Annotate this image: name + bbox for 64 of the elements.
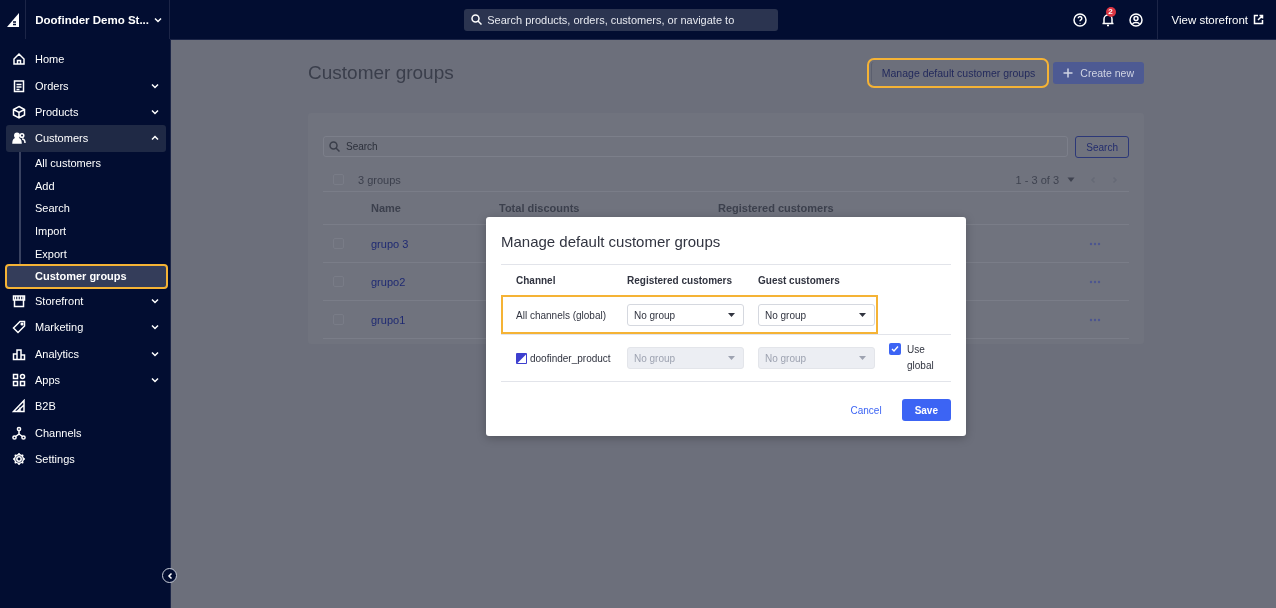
caret-down-icon xyxy=(728,356,735,360)
notification-badge: 2 xyxy=(1105,6,1116,17)
more-icon[interactable] xyxy=(1089,317,1101,322)
channel-logo-icon xyxy=(516,352,527,364)
column-header: Guest customers xyxy=(758,274,841,286)
search-icon xyxy=(471,14,483,25)
search-icon xyxy=(329,141,340,152)
channel-name: All channels (global) xyxy=(516,309,607,321)
use-global-label: Use global xyxy=(907,343,935,373)
global-search-field[interactable]: Search products, orders, customers, or navigate to xyxy=(464,8,779,31)
sidebar-subitem[interactable]: Export xyxy=(6,242,167,265)
search-field[interactable]: Search xyxy=(323,136,1069,157)
bar-chart-icon xyxy=(12,346,26,361)
sidebar-subitem[interactable]: Customer groups xyxy=(6,265,167,288)
box-icon xyxy=(12,104,26,119)
caret-down-icon xyxy=(728,313,735,317)
chevron-left-icon xyxy=(165,571,174,580)
store-logo-icon xyxy=(5,11,20,28)
network-icon xyxy=(12,425,26,440)
people-icon xyxy=(12,131,26,146)
sidebar-item[interactable]: Storefront xyxy=(6,287,166,315)
help-icon[interactable] xyxy=(1072,12,1087,27)
tag-icon xyxy=(12,320,26,335)
sidebar-item[interactable]: Marketing xyxy=(6,314,166,341)
grid-icon xyxy=(12,373,26,388)
channel-name: doofinder_product xyxy=(530,352,611,364)
group-select[interactable]: No group xyxy=(758,304,875,326)
bell-icon[interactable] xyxy=(1100,12,1115,27)
sidebar-item[interactable]: Channels xyxy=(6,419,166,447)
sidebar-subitem[interactable]: Search xyxy=(6,196,167,220)
more-icon[interactable] xyxy=(1089,241,1101,246)
column-header: Channel xyxy=(516,274,557,286)
storefront-icon xyxy=(12,293,26,308)
sidebar-item[interactable]: B2B xyxy=(6,393,166,420)
plus-icon xyxy=(1063,68,1074,78)
more-icon[interactable] xyxy=(1089,279,1101,284)
view-storefront-link[interactable]: View storefront xyxy=(1171,13,1264,26)
settings-icon xyxy=(12,452,26,467)
sidebar-item[interactable]: Analytics xyxy=(6,340,166,367)
cancel-button[interactable]: Cancel xyxy=(844,403,888,417)
caret-down-icon[interactable] xyxy=(1067,176,1075,183)
sidebar-subitem[interactable]: All customers xyxy=(6,151,167,175)
sidebar-item[interactable]: Orders xyxy=(6,72,166,99)
sidebar-subitem[interactable]: Add xyxy=(6,174,167,197)
house-icon xyxy=(12,52,26,67)
caret-down-icon xyxy=(859,313,866,317)
sidebar-item[interactable]: Apps xyxy=(6,366,166,394)
create-button[interactable]: Create new xyxy=(1053,62,1144,84)
triangle-ruler-icon xyxy=(12,399,26,414)
save-button[interactable]: Save xyxy=(901,399,951,421)
sidebar-item[interactable]: Products xyxy=(6,98,166,126)
sidebar-item[interactable]: Home xyxy=(6,46,166,73)
caret-down-icon xyxy=(859,356,866,360)
sidebar-subitem[interactable]: Import xyxy=(6,219,167,243)
sidebar-item[interactable]: Customers xyxy=(6,125,166,152)
user-icon[interactable] xyxy=(1128,12,1143,27)
group-select[interactable]: No group xyxy=(627,304,744,326)
sidebar-item[interactable]: Settings xyxy=(6,446,166,473)
store-switcher[interactable]: Doofinder Demo St... xyxy=(26,12,169,27)
clipboard-icon xyxy=(12,78,26,93)
external-link-icon xyxy=(1253,14,1264,25)
dialog-title: Manage default customer groups xyxy=(501,233,722,250)
column-header: Registered customers xyxy=(627,274,734,286)
collapse-sidebar-button[interactable] xyxy=(162,568,177,583)
